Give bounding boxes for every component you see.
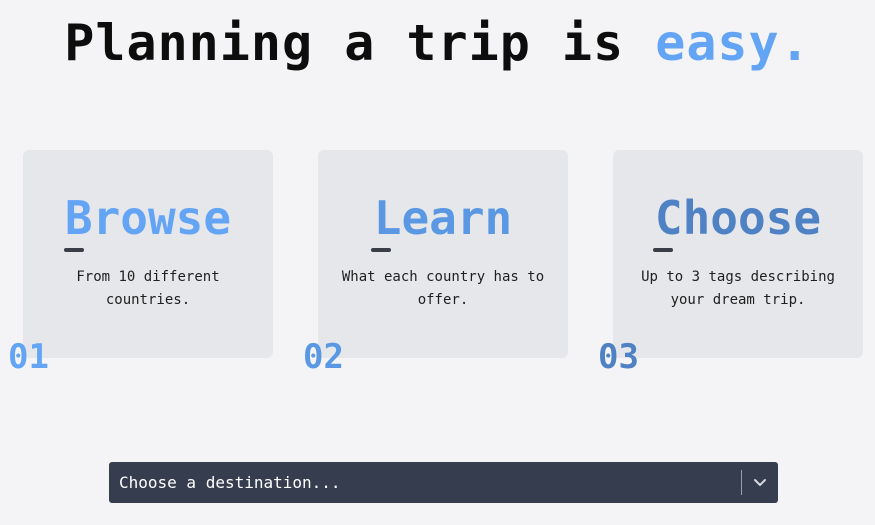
step-card-title: Learn (373, 191, 513, 245)
chevron-down-icon[interactable] (752, 474, 768, 490)
destination-select[interactable]: Choose a destination... (109, 462, 778, 503)
destination-select-separator (741, 470, 742, 495)
step-number-01: 01 (8, 337, 49, 377)
step-card-choose: Choose Up to 3 tags describing your drea… (613, 150, 863, 358)
step-card-description: Up to 3 tags describing your dream trip. (641, 269, 835, 308)
page-title-accent: easy. (655, 14, 811, 72)
step-card-learn: Learn What each country has to offer. (318, 150, 568, 358)
step-card-divider (64, 248, 84, 252)
step-card-description: What each country has to offer. (341, 269, 545, 308)
step-card-description: From 10 different countries. (76, 269, 220, 308)
step-number-03: 03 (598, 337, 639, 377)
step-card-browse: Browse From 10 different countries. (23, 150, 273, 358)
destination-select-placeholder: Choose a destination... (119, 473, 341, 492)
step-number-02: 02 (303, 337, 344, 377)
step-card-title: Choose (654, 191, 822, 245)
page-title: Planning a trip is easy. (0, 14, 875, 72)
step-card-divider (653, 248, 673, 252)
step-card-title: Browse (64, 191, 232, 245)
page-title-main: Planning a trip is (64, 14, 656, 72)
step-card-divider (371, 248, 391, 252)
